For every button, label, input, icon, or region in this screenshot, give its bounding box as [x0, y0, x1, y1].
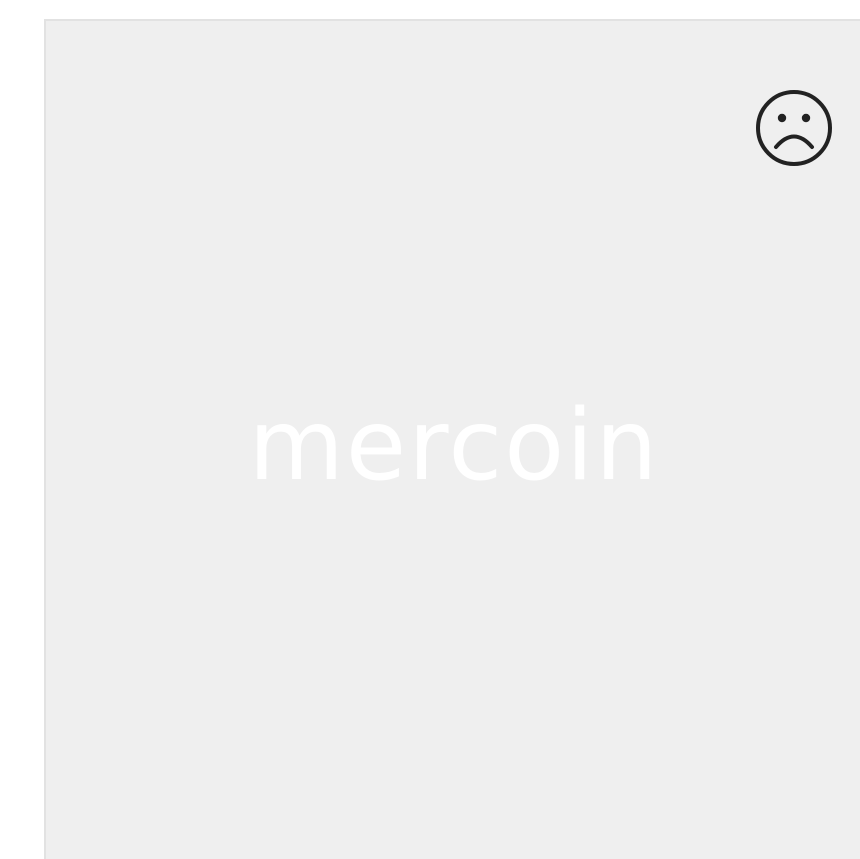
page: mercoin [0, 0, 860, 859]
brand-logo: mercoin [248, 389, 660, 503]
image-placeholder: mercoin [44, 19, 860, 859]
sad-face-icon [754, 88, 834, 168]
